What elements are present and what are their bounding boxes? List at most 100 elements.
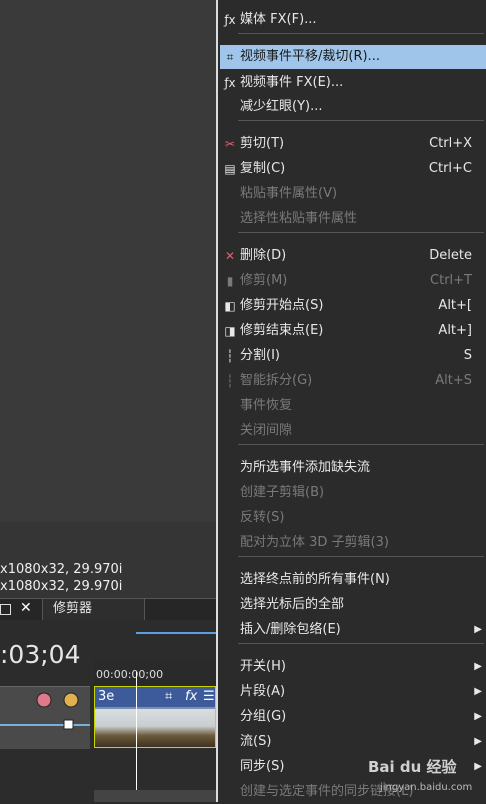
clip-thumbnail (95, 709, 215, 747)
video-event-clip[interactable]: 3e ⌗ fx ☰ (94, 686, 216, 748)
close-icon[interactable]: ✕ (20, 600, 32, 616)
menu-item[interactable]: ✕ 删除(D) Delete (220, 244, 486, 268)
menu-item: 反转(S) (220, 506, 486, 530)
submenu-arrow-icon: ▶ (474, 761, 482, 772)
watermark-url: jingyan.baidu.com (380, 782, 473, 793)
menu-item: 关闭间隙 (220, 419, 486, 443)
menu-item-label: 删除(D) (240, 248, 287, 263)
split-icon: ┆ (226, 349, 234, 363)
menu-item-label: 关闭间隙 (240, 423, 293, 438)
menu-item-label: 视频事件 FX(E)... (240, 75, 344, 90)
context-menu: ƒx 媒体 FX(F)... ⌗ 视频事件平移/裁切(R)... ƒx 视频事件 FX(E… (216, 0, 486, 802)
menu-item-shortcut: Alt+[ (438, 298, 472, 313)
menu-separator (238, 444, 484, 445)
menu-item-label: 复制(C) (240, 161, 286, 176)
menu-item[interactable]: ƒx 媒体 FX(F)... (220, 8, 486, 32)
menu-item: 事件恢复 (220, 394, 486, 418)
fx-icon: ƒx (224, 76, 236, 90)
menu-item[interactable]: ƒx 视频事件 FX(E)... (220, 71, 486, 95)
menu-item-label: 媒体 FX(F)... (240, 12, 317, 27)
menu-item[interactable]: 为所选事件添加缺失流 (220, 456, 486, 480)
menu-item-label: 智能拆分(G) (240, 373, 313, 388)
menu-item-shortcut: Delete (429, 248, 472, 263)
menu-item-shortcut: Alt+S (435, 373, 472, 388)
menu-item-label: 反转(S) (240, 510, 285, 525)
scissors-icon: ✂ (224, 137, 236, 151)
menu-item: 选择性粘贴事件属性 (220, 207, 486, 231)
menu-item[interactable]: 选择终点前的所有事件(N) (220, 568, 486, 592)
menu-item-label: 配对为立体 3D 子剪辑(3) (240, 535, 389, 550)
menu-item[interactable]: ◧ 修剪开始点(S) Alt+[ (220, 294, 486, 318)
menu-item-label: 选择终点前的所有事件(N) (240, 572, 390, 587)
submenu-arrow-icon: ▶ (474, 686, 482, 697)
menu-item-label: 分组(G) (240, 709, 287, 724)
submenu-arrow-icon: ▶ (474, 661, 482, 672)
submenu-arrow-icon: ▶ (474, 736, 482, 747)
project-info-line-1: x1080x32, 29.970i (0, 562, 123, 577)
menu-item-shortcut: Ctrl+T (430, 273, 472, 288)
menu-item[interactable]: ▤ 复制(C) Ctrl+C (220, 157, 486, 181)
ruler-label: 00:00:00;00 (96, 668, 164, 681)
timecode-display: :03;04 (0, 640, 81, 669)
menu-item-label: 选择性粘贴事件属性 (240, 211, 358, 226)
menu-item-label: 粘贴事件属性(V) (240, 186, 338, 201)
watermark-brand: Bai du 经验 (368, 758, 457, 776)
menu-item-label: 视频事件平移/裁切(R)... (240, 49, 380, 64)
loop-region-bar[interactable] (136, 632, 216, 634)
crop-icon: ⌗ (226, 50, 234, 64)
menu-item[interactable]: 分组(G) ▶ (220, 705, 486, 729)
copy-icon: ▤ (224, 162, 236, 176)
vegas-left-panel: x1080x32, 29.970i x1080x32, 29.970i ✕ 修剪… (0, 0, 216, 802)
trim-icon: ▮ (226, 274, 234, 288)
menu-item[interactable]: ┆ 分割(I) S (220, 344, 486, 368)
menu-separator (238, 33, 484, 34)
fx-icon: ƒx (224, 13, 236, 27)
trim-end-icon: ◨ (224, 324, 236, 338)
menu-item-label: 选择光标后的全部 (240, 597, 345, 612)
clip-menu-icon[interactable]: ☰ (203, 687, 215, 707)
menu-item-shortcut: S (463, 348, 472, 363)
bottom-tab-bar: ✕ 修剪器 (0, 598, 216, 621)
timeline-ruler[interactable]: 00:00:00;00 (94, 660, 216, 686)
menu-item-label: 为所选事件添加缺失流 (240, 460, 371, 475)
track-header[interactable] (0, 686, 90, 749)
playhead-cursor[interactable] (136, 672, 137, 802)
menu-item[interactable]: 开关(H) ▶ (220, 655, 486, 679)
menu-item[interactable]: 插入/删除包络(E) ▶ (220, 618, 486, 642)
menu-item: 创建子剪辑(B) (220, 481, 486, 505)
clip-title: 3e (98, 689, 115, 704)
menu-separator (238, 232, 484, 233)
menu-item: ▮ 修剪(M) Ctrl+T (220, 269, 486, 293)
menu-item-label: 流(S) (240, 734, 272, 749)
tab-trimmer[interactable]: 修剪器 (42, 599, 145, 620)
menu-item-label: 修剪开始点(S) (240, 298, 324, 313)
menu-item-label: 剪切(T) (240, 136, 285, 151)
smart-split-icon: ┆ (226, 374, 234, 388)
menu-item-label: 减少红眼(Y)... (240, 99, 323, 114)
menu-separator (238, 556, 484, 557)
menu-item-shortcut: Alt+] (438, 323, 472, 338)
menu-item-label: 事件恢复 (240, 398, 293, 413)
timeline-scrollbar[interactable] (94, 790, 216, 802)
fx-icon[interactable]: fx (185, 687, 197, 707)
menu-item[interactable]: ◨ 修剪结束点(E) Alt+] (220, 319, 486, 343)
menu-item-label: 片段(A) (240, 684, 286, 699)
maximize-icon[interactable] (0, 604, 11, 615)
menu-item-label: 开关(H) (240, 659, 286, 674)
delete-icon: ✕ (224, 249, 236, 263)
menu-item-label: 分割(I) (240, 348, 280, 363)
menu-item[interactable]: ⌗ 视频事件平移/裁切(R)... (220, 45, 486, 69)
menu-item[interactable]: 流(S) ▶ (220, 730, 486, 754)
menu-item-label: 修剪(M) (240, 273, 288, 288)
menu-item[interactable]: 选择光标后的全部 (220, 593, 486, 617)
crop-icon[interactable]: ⌗ (165, 687, 172, 707)
video-preview (0, 0, 216, 522)
menu-item[interactable]: ✂ 剪切(T) Ctrl+X (220, 132, 486, 156)
menu-item[interactable]: 片段(A) ▶ (220, 680, 486, 704)
menu-item: 粘贴事件属性(V) (220, 182, 486, 206)
menu-item-shortcut: Ctrl+X (429, 136, 472, 151)
menu-item[interactable]: 减少红眼(Y)... (220, 95, 486, 119)
menu-item-label: 插入/删除包络(E) (240, 622, 341, 637)
menu-item-label: 创建子剪辑(B) (240, 485, 325, 500)
trim-start-icon: ◧ (224, 299, 236, 313)
